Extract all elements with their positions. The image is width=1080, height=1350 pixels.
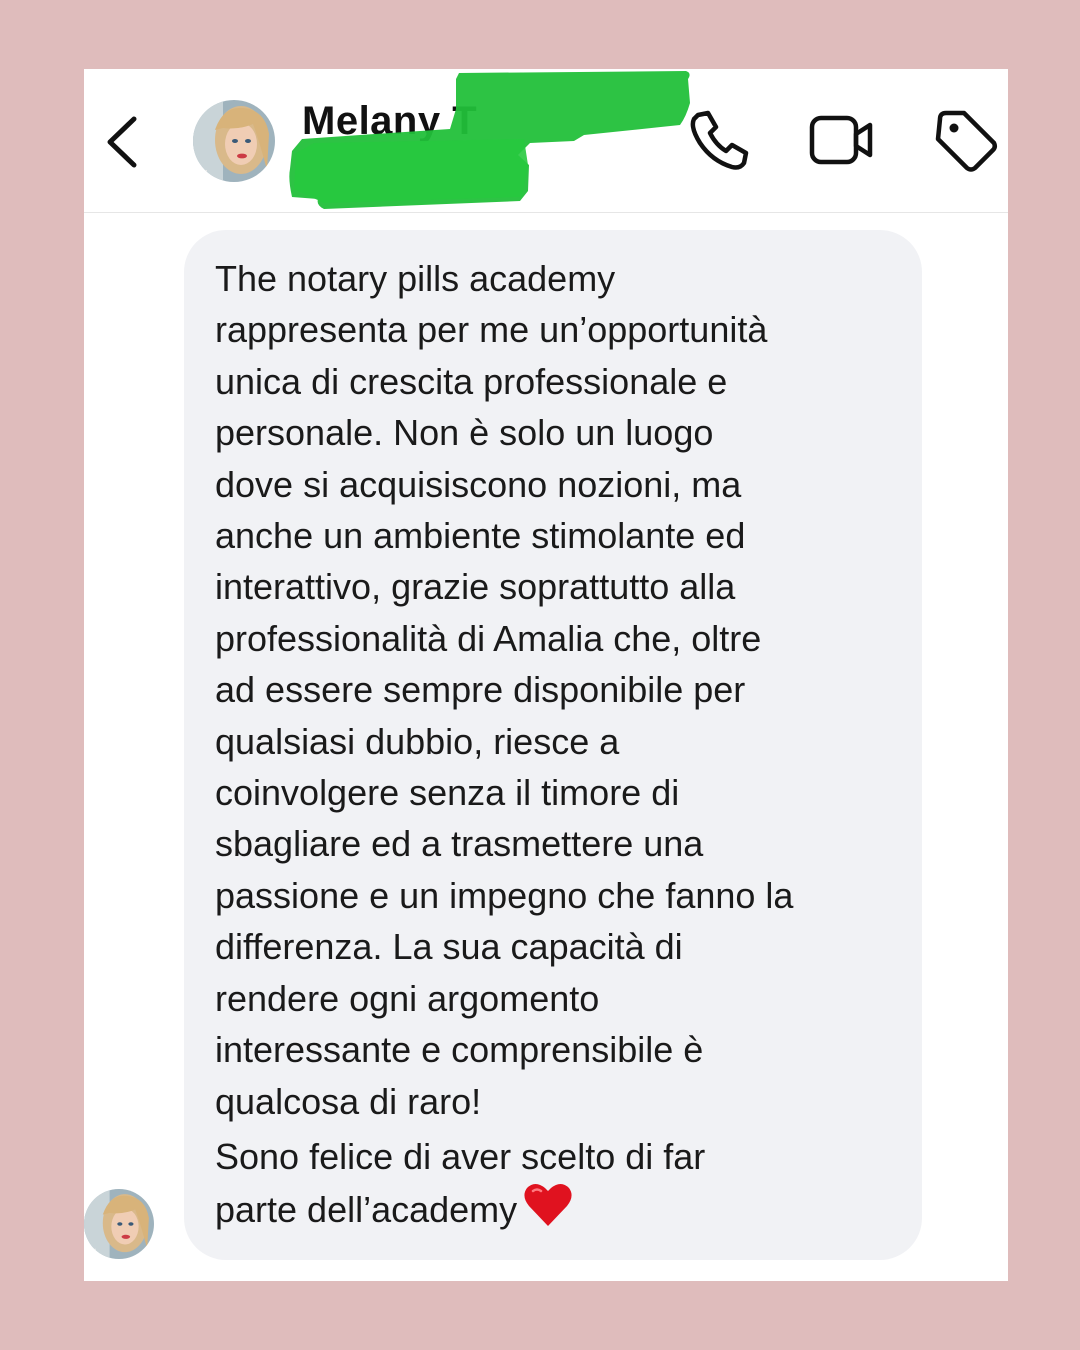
message-line: parte dell’academy <box>215 1189 518 1231</box>
message-line: qualsiasi dubbio, riesce a <box>215 720 620 762</box>
contact-name[interactable]: Melany T <box>302 99 477 144</box>
message-last-line: parte dell’academy <box>215 1182 905 1235</box>
avatar-image <box>84 1189 154 1259</box>
message-line: personale. Non è solo un luogo <box>215 412 714 454</box>
message-line: anche un ambiente stimolante ed <box>215 515 746 557</box>
video-camera-icon <box>809 115 873 165</box>
message-bubble[interactable]: The notary pills academy rappresenta per… <box>184 230 922 1260</box>
message-line: professionalità di Amalia che, oltre <box>215 617 762 659</box>
message-line: ad essere sempre disponibile per <box>215 669 746 711</box>
tag-button[interactable] <box>930 105 1000 175</box>
message-line: rappresenta per me un’opportunità <box>215 309 768 351</box>
message-line: Sono felice di aver scelto di far <box>215 1135 706 1177</box>
chat-header: Melany T <box>84 69 1008 213</box>
message-text: The notary pills academy rappresenta per… <box>215 253 905 1236</box>
heart-icon <box>524 1184 572 1227</box>
message-line: The notary pills academy <box>215 258 616 299</box>
message-line: sbagliare ed a trasmettere una <box>215 823 704 865</box>
contact-avatar[interactable] <box>193 100 275 182</box>
message-line: rendere ogni argomento <box>215 977 600 1019</box>
message-line: passione e un impegno che fanno la <box>215 874 794 916</box>
message-line: differenza. La sua capacità di <box>215 926 683 968</box>
sender-avatar[interactable] <box>84 1189 154 1259</box>
avatar-image <box>193 100 275 182</box>
message-line: interessante e comprensibile è <box>215 1029 704 1071</box>
message-line: unica di crescita professionale e <box>215 360 728 402</box>
phone-icon <box>690 110 749 170</box>
message-line: interattivo, grazie soprattutto alla <box>215 566 736 608</box>
message-line: coinvolgere senza il timore di <box>215 772 680 814</box>
call-button[interactable] <box>684 105 754 175</box>
chat-window: Melany T The notary pills academy rappre… <box>84 69 1008 1281</box>
video-call-button[interactable] <box>806 105 876 175</box>
back-button[interactable] <box>98 107 158 177</box>
message-line: dove si acquisiscono nozioni, ma <box>215 463 742 505</box>
chevron-left-icon <box>107 116 137 168</box>
tag-icon <box>935 110 998 172</box>
message-line: qualcosa di raro! <box>215 1080 482 1122</box>
